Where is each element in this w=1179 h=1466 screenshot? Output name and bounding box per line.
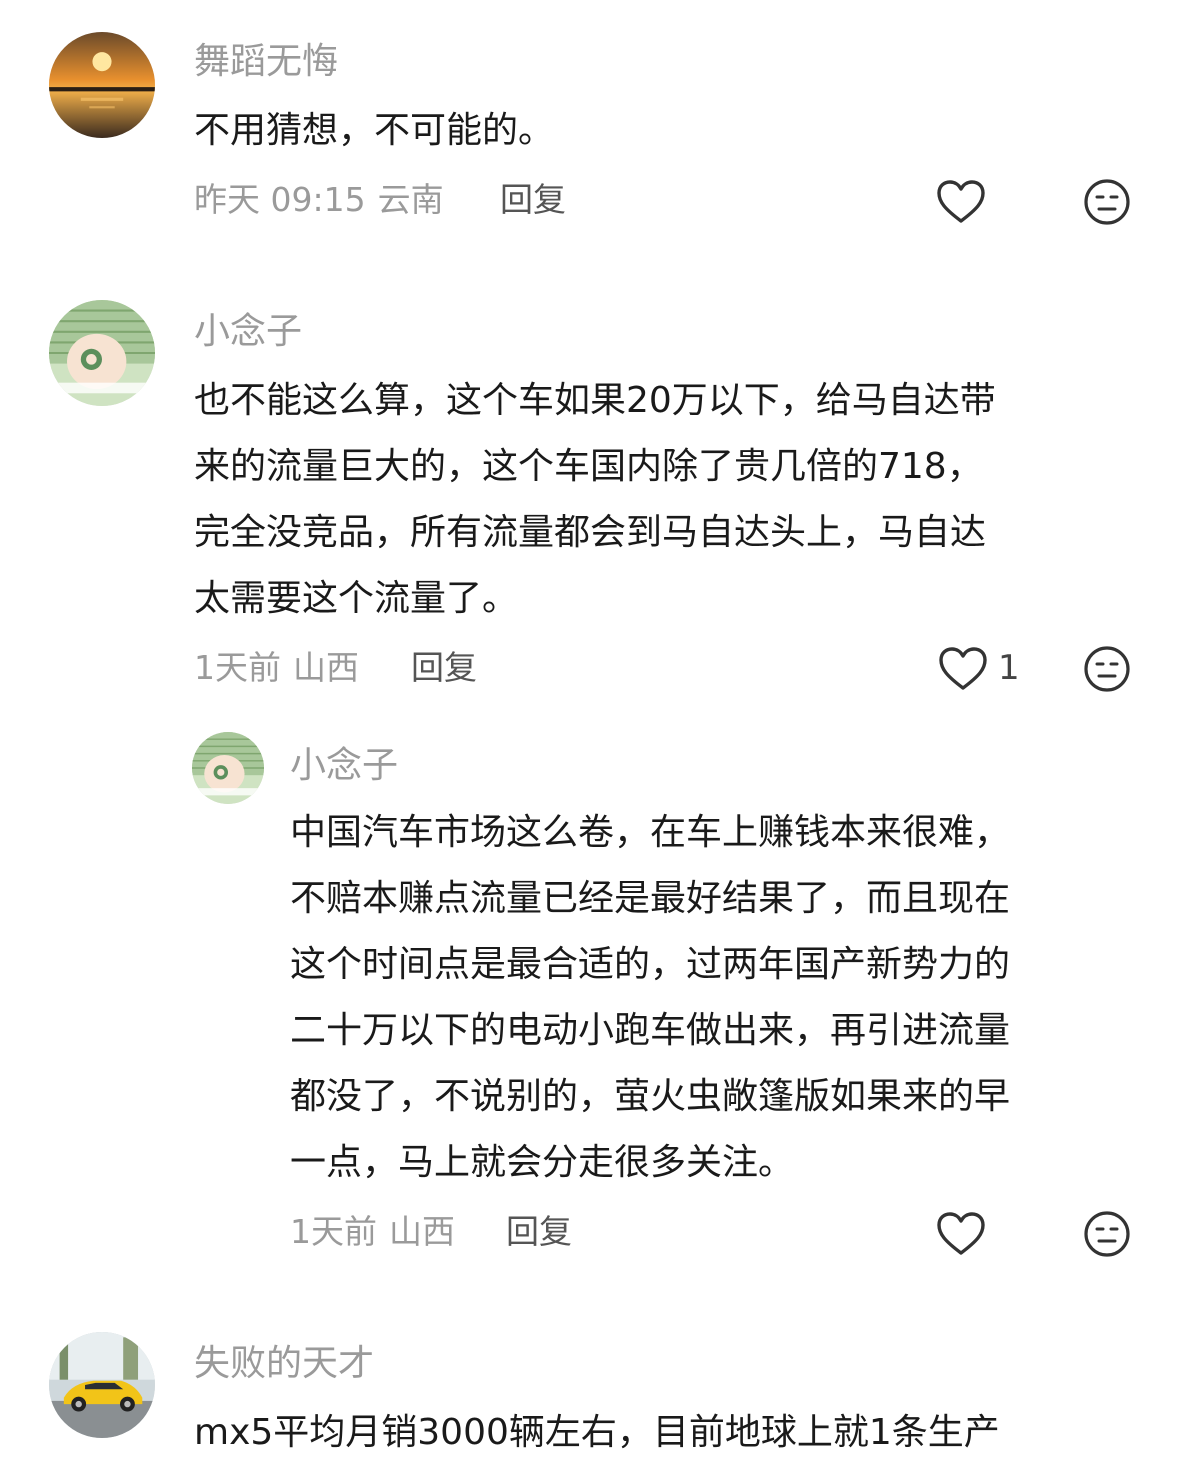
avatar[interactable] xyxy=(49,32,155,138)
sports-car-avatar-image xyxy=(49,1332,155,1438)
heart-outline-icon[interactable] xyxy=(937,645,989,693)
comment-text: 不用猜想，不可能的。 xyxy=(194,110,555,151)
comment-meta: 1天前 山西 xyxy=(194,648,359,688)
avatar[interactable] xyxy=(49,300,155,406)
cartoon-avatar-image xyxy=(192,732,264,804)
neutral-face-icon[interactable] xyxy=(1083,645,1131,693)
comment-meta: 1天前 山西 xyxy=(290,1212,455,1252)
comment-text: mx5平均月销3000辆左右，目前地球上就1条生产 xyxy=(194,1412,1000,1453)
avatar[interactable] xyxy=(192,732,264,804)
comment-item: 舞蹈无悔 不用猜想，不可能的。 昨天 09:15 云南 回复 xyxy=(0,0,1179,260)
comment-author[interactable]: 小念子 xyxy=(194,310,302,354)
neutral-face-icon[interactable] xyxy=(1083,178,1131,226)
comment-item: 失败的天才 mx5平均月销3000辆左右，目前地球上就1条生产 xyxy=(0,1320,1179,1457)
heart-outline-icon[interactable] xyxy=(935,1210,987,1258)
neutral-face-icon[interactable] xyxy=(1083,1210,1131,1258)
reply-button[interactable]: 回复 xyxy=(500,180,566,220)
reply-button[interactable]: 回复 xyxy=(506,1212,572,1252)
comment-time: 1天前 xyxy=(290,1212,377,1251)
sunset-avatar-image xyxy=(49,32,155,138)
comment-meta: 昨天 09:15 云南 xyxy=(194,180,444,220)
comment-time: 1天前 xyxy=(194,648,281,687)
comment-text: 中国汽车市场这么卷，在车上赚钱本来很难， 不赔本赚点流量已经是最好结果了，而且现… xyxy=(290,812,1011,1183)
comment-location: 山西 xyxy=(389,1212,455,1251)
cartoon-avatar-image xyxy=(49,300,155,406)
like-count: 1 xyxy=(998,648,1020,688)
avatar[interactable] xyxy=(49,1332,155,1438)
comment-text: 也不能这么算，这个车如果20万以下，给马自达带 来的流量巨大的，这个车国内除了贵… xyxy=(194,380,996,619)
comment-author[interactable]: 小念子 xyxy=(290,744,398,788)
heart-outline-icon[interactable] xyxy=(935,178,987,226)
comment-time: 昨天 09:15 xyxy=(194,180,366,219)
comment-author[interactable]: 舞蹈无悔 xyxy=(194,40,338,84)
comment-author[interactable]: 失败的天才 xyxy=(194,1342,374,1386)
comment-location: 云南 xyxy=(377,180,444,219)
reply-item: 小念子 中国汽车市场这么卷，在车上赚钱本来很难， 不赔本赚点流量已经是最好结果了… xyxy=(0,720,1179,1280)
comment-item: 小念子 也不能这么算，这个车如果20万以下，给马自达带 来的流量巨大的，这个车国… xyxy=(0,290,1179,710)
comment-location: 山西 xyxy=(293,648,359,687)
reply-button[interactable]: 回复 xyxy=(411,648,477,688)
